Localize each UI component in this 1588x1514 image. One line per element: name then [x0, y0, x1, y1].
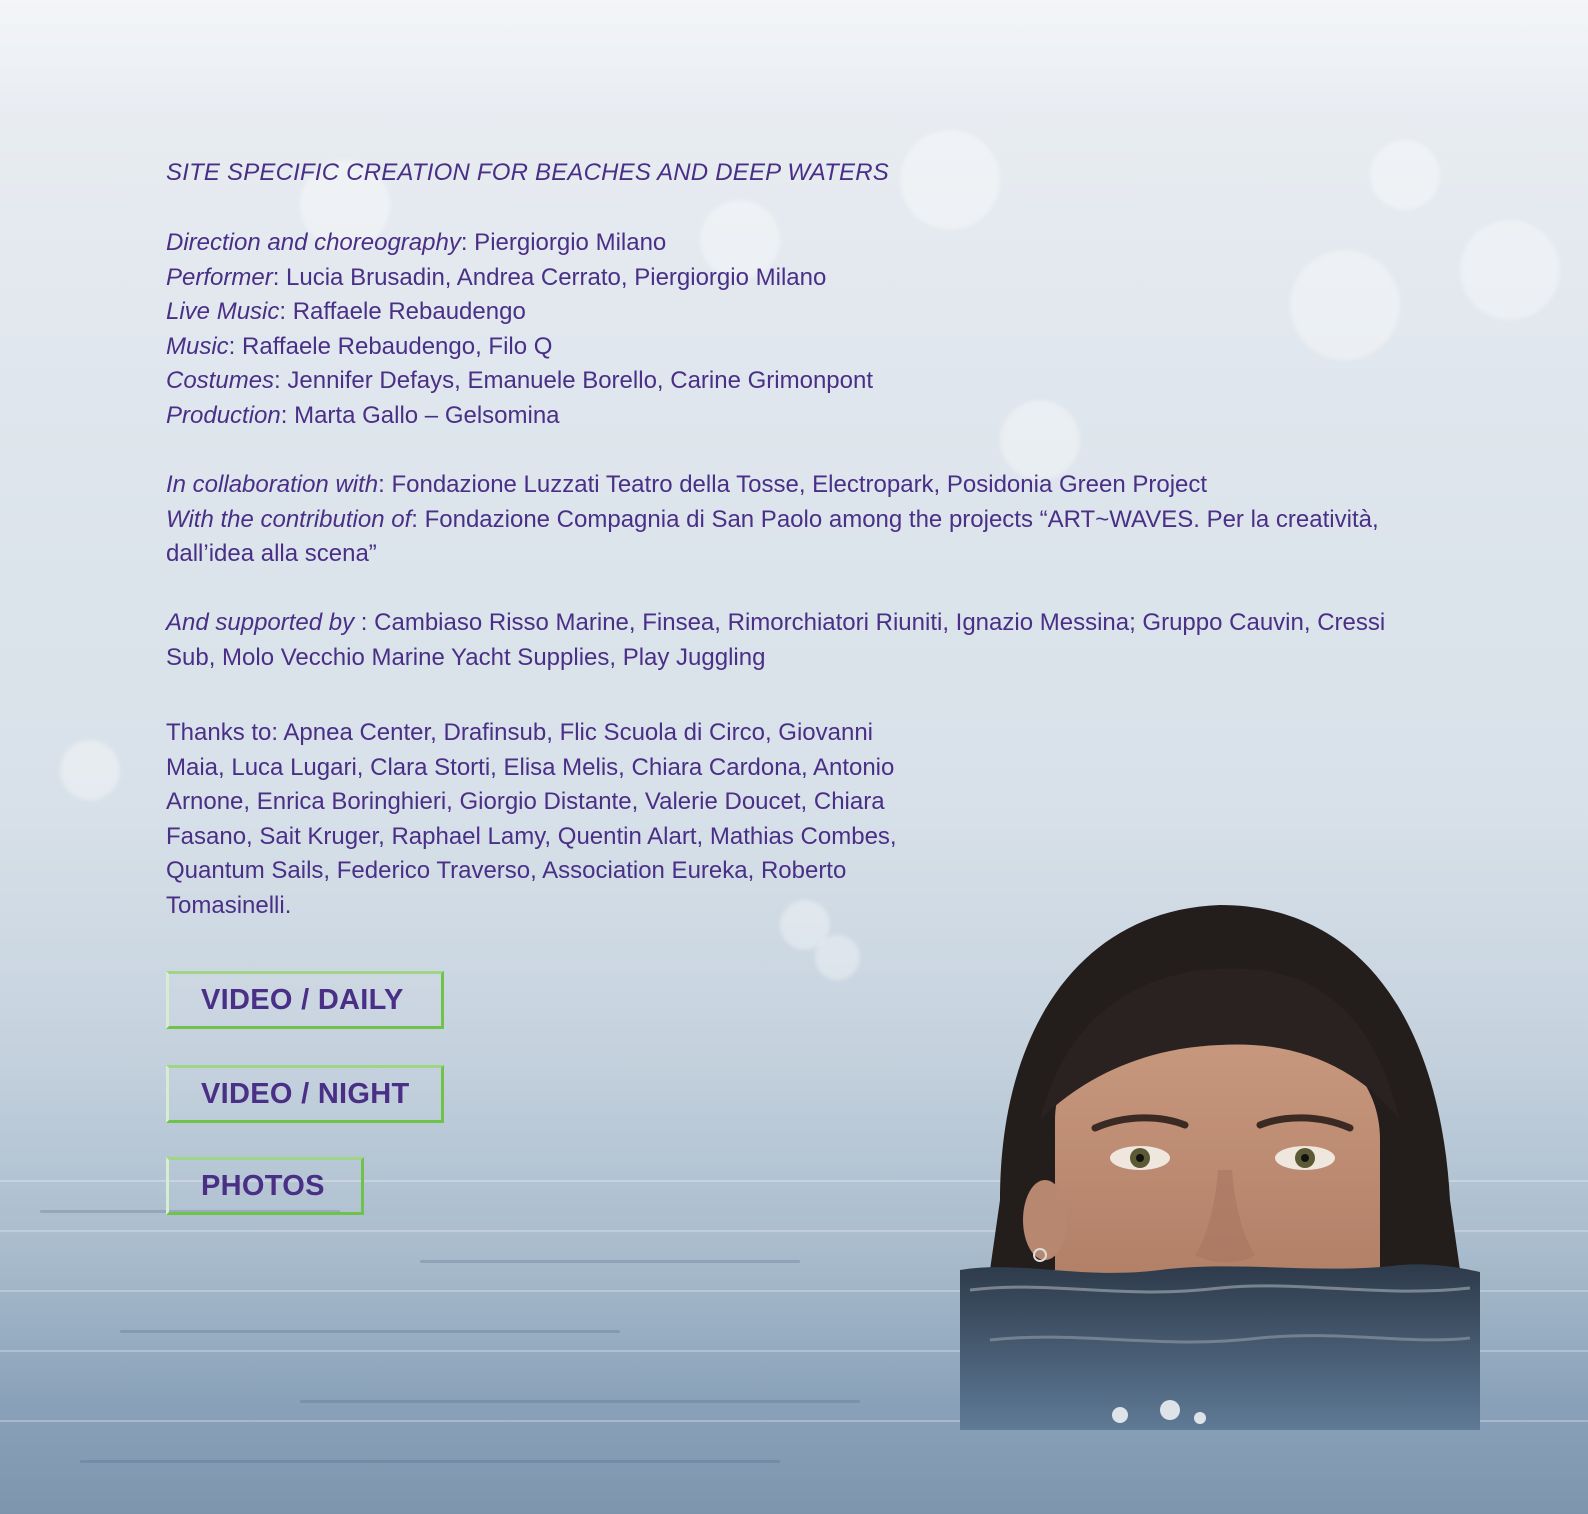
credit-value: : Raffaele Rebaudengo: [279, 298, 526, 325]
contribution-role: With the contribution of: [166, 505, 412, 533]
credit-role: Music: [166, 332, 229, 360]
bokeh-light: [815, 935, 860, 980]
water-ripple: [300, 1400, 860, 1403]
bokeh-light: [1290, 250, 1400, 360]
credits-list: Direction and choreography: Piergiorgio …: [166, 226, 873, 433]
credit-value: : Marta Gallo – Gelsomina: [280, 401, 560, 429]
credit-live-music: Live Music: Raffaele Rebaudengo: [166, 295, 873, 330]
collaboration-line: In collaboration with: Fondazione Luzzat…: [166, 468, 1426, 503]
credit-costumes: Costumes: Jennifer Defays, Emanuele Bore…: [166, 364, 873, 399]
supported-block: And supported by : Cambiaso Risso Marine…: [166, 606, 1386, 675]
bokeh-light: [60, 740, 120, 800]
bokeh-light: [1370, 140, 1440, 210]
water-ripple: [420, 1260, 800, 1263]
credit-role: Live Music: [166, 298, 280, 325]
credit-value: : Raffaele Rebaudengo, Filo Q: [228, 332, 553, 360]
page-subtitle: SITE SPECIFIC CREATION FOR BEACHES AND D…: [166, 159, 889, 186]
credit-role: Production: [166, 401, 281, 429]
swimmer-portrait: [960, 905, 1480, 1430]
credit-music: Music: Raffaele Rebaudengo, Filo Q: [166, 330, 873, 365]
photos-button[interactable]: PHOTOS: [166, 1157, 364, 1215]
bokeh-light: [1460, 220, 1560, 320]
credit-direction: Direction and choreography: Piergiorgio …: [166, 226, 873, 261]
credit-value: : Piergiorgio Milano: [460, 229, 667, 256]
credit-value: : Lucia Brusadin, Andrea Cerrato, Piergi…: [272, 263, 827, 291]
thanks-paragraph: Thanks to: Apnea Center, Drafinsub, Flic…: [166, 719, 897, 919]
bokeh-light: [900, 130, 1000, 230]
credit-role: Performer: [166, 263, 273, 291]
credit-role: Direction and choreography: [166, 229, 461, 256]
supported-role: And supported by: [166, 609, 355, 636]
collaboration-value: : Fondazione Luzzati Teatro della Tosse,…: [378, 471, 1208, 498]
video-night-button[interactable]: VIDEO / NIGHT: [166, 1065, 444, 1123]
credit-role: Costumes: [166, 367, 275, 394]
video-daily-button[interactable]: VIDEO / DAILY: [166, 971, 444, 1029]
credit-performer: Performer: Lucia Brusadin, Andrea Cerrat…: [166, 261, 873, 296]
collaboration-block: In collaboration with: Fondazione Luzzat…: [166, 468, 1426, 572]
credit-value: : Jennifer Defays, Emanuele Borello, Car…: [274, 367, 874, 394]
water-ripple: [80, 1460, 780, 1463]
water-ripple: [120, 1330, 620, 1333]
credit-production: Production: Marta Gallo – Gelsomina: [166, 399, 873, 434]
contribution-line: With the contribution of: Fondazione Com…: [166, 503, 1426, 572]
collaboration-role: In collaboration with: [166, 471, 379, 498]
